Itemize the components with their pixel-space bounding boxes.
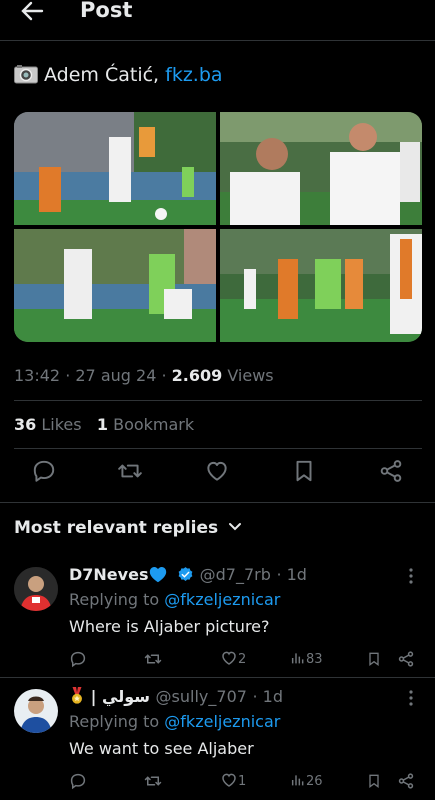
photo-grid [14, 112, 422, 342]
top-bar: Post [0, 0, 435, 41]
views-count: 2.609 [171, 366, 223, 385]
reply-author[interactable]: D7Neves @d7_7rb · 1d [69, 565, 307, 584]
retweet-icon[interactable] [117, 458, 143, 484]
verified-icon [178, 567, 193, 581]
share-icon[interactable] [397, 649, 415, 669]
reply-like-button[interactable]: 2 [220, 649, 246, 669]
camera-icon [14, 65, 38, 84]
views-label: Views [222, 366, 274, 385]
post-time: 13:42 [14, 366, 61, 385]
like-icon [222, 773, 236, 787]
reply-item[interactable]: D7Neves @d7_7rb · 1d Replying to @fkzelj… [0, 555, 435, 675]
reply-views[interactable]: 26 [290, 771, 323, 791]
avatar[interactable] [14, 689, 58, 733]
replying-to-link[interactable]: @fkzeljeznicar [164, 712, 280, 731]
reply-text: Where is Aljaber picture? [69, 617, 270, 636]
reply-like-count: 1 [238, 774, 247, 789]
replying-to: Replying to @fkzeljeznicar [69, 712, 281, 731]
post-link[interactable]: fkz.ba [165, 64, 222, 86]
reply-like-button[interactable]: 1 [220, 771, 246, 791]
post-meta: 13:42 · 27 aug 24 · 2.609 Views [14, 366, 274, 385]
more-icon[interactable] [404, 689, 418, 707]
share-icon[interactable] [397, 771, 415, 791]
post-text: Adem Ćatić, fkz.ba [14, 64, 223, 86]
reply-icon[interactable] [69, 771, 87, 791]
reply-icon[interactable] [69, 649, 87, 669]
bookmark-icon[interactable] [291, 458, 317, 484]
more-icon[interactable] [404, 567, 418, 585]
post-author-text: Adem Ćatić, [44, 64, 166, 86]
post-stats: 36 Likes 1 Bookmark [14, 415, 194, 434]
like-icon[interactable] [204, 458, 230, 484]
replies-sort[interactable]: Most relevant replies [14, 518, 242, 538]
likes-stat[interactable]: 36 Likes [14, 415, 82, 434]
back-arrow-icon[interactable] [20, 0, 44, 22]
replying-to-link[interactable]: @fkzeljeznicar [164, 590, 280, 609]
reply-icon[interactable] [31, 458, 57, 484]
share-icon[interactable] [378, 458, 404, 484]
divider [0, 502, 435, 503]
reply-time: · 1d [252, 687, 284, 706]
page-title: Post [80, 0, 133, 22]
reply-author[interactable]: | سولي @sully_707 · 1d [69, 687, 283, 706]
reply-like-count: 2 [238, 652, 247, 667]
bookmark-icon[interactable] [366, 649, 382, 669]
medal-icon [72, 687, 82, 704]
bookmark-icon[interactable] [366, 771, 382, 791]
analytics-icon [291, 653, 304, 664]
retweet-icon[interactable] [144, 649, 162, 669]
retweet-icon[interactable] [144, 771, 162, 791]
reply-handle: @sully_707 [155, 687, 247, 706]
reply-views[interactable]: 83 [290, 649, 323, 669]
post-date: 27 aug 24 [75, 366, 157, 385]
reply-views-count: 26 [306, 774, 323, 789]
reply-item[interactable]: | سولي @sully_707 · 1d Replying to @fkze… [0, 677, 435, 800]
reply-text: We want to see Aljaber [69, 739, 254, 758]
bookmarks-stat[interactable]: 1 Bookmark [97, 415, 194, 434]
divider [14, 400, 422, 401]
reply-views-count: 83 [306, 652, 323, 667]
reply-handle: @d7_7rb [199, 565, 271, 584]
blue-heart-icon [150, 567, 167, 583]
photo-4[interactable] [220, 229, 422, 342]
reply-time: · 1d [276, 565, 307, 584]
analytics-icon [291, 775, 304, 786]
photo-2[interactable] [220, 112, 422, 225]
replying-to: Replying to @fkzeljeznicar [69, 590, 281, 609]
divider [14, 448, 422, 449]
like-icon [222, 651, 236, 665]
avatar[interactable] [14, 567, 58, 611]
post-actions [0, 458, 435, 494]
photo-1[interactable] [14, 112, 216, 225]
photo-3[interactable] [14, 229, 216, 342]
chevron-down-icon [229, 523, 242, 531]
